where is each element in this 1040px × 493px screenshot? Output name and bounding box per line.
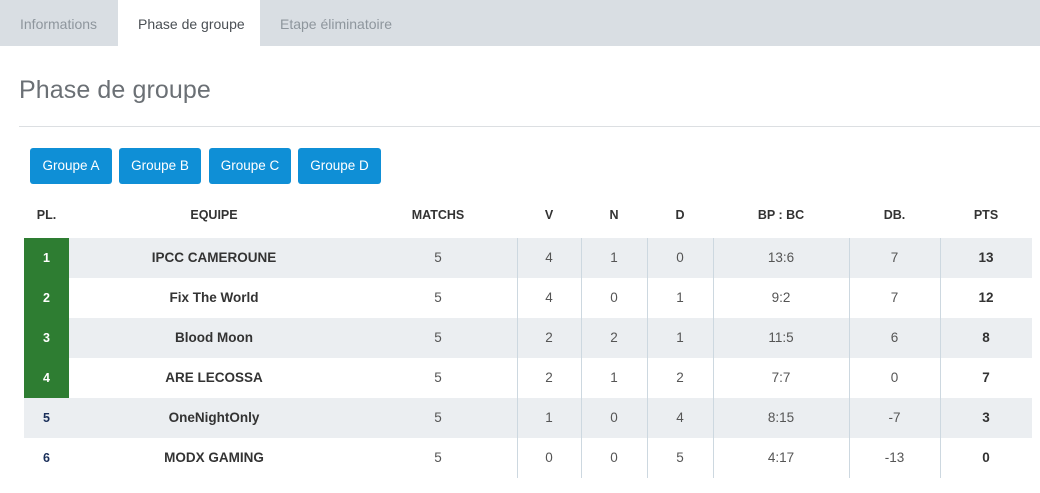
header-pl: PL. — [36, 208, 57, 222]
d-cell: 2 — [676, 370, 684, 385]
groupe-c-button[interactable]: Groupe C — [209, 148, 291, 184]
groupe-a-button[interactable]: Groupe A — [30, 148, 112, 184]
d-cell: 0 — [676, 250, 684, 265]
table-row: 6 MODX GAMING 5 0 0 5 4:17 -13 0 — [24, 438, 1032, 478]
pts-cell: 12 — [978, 290, 994, 305]
d-cell: 5 — [676, 450, 684, 465]
pts-cell: 3 — [982, 410, 990, 425]
column-divider — [940, 238, 941, 478]
pts-cell: 7 — [982, 370, 990, 385]
groupe-b-button[interactable]: Groupe B — [119, 148, 201, 184]
db-cell: -7 — [888, 410, 901, 425]
tab-bar: Informations Phase de groupe Etape élimi… — [0, 0, 1040, 47]
pts-cell: 13 — [978, 250, 994, 265]
position-cell: 5 — [43, 411, 50, 425]
matchs-cell: 5 — [434, 410, 442, 425]
db-cell: 6 — [890, 330, 899, 345]
d-cell: 1 — [676, 330, 684, 345]
pts-cell: 8 — [982, 330, 990, 345]
v-cell: 0 — [545, 450, 553, 465]
column-divider — [517, 238, 518, 478]
n-cell: 0 — [610, 450, 618, 465]
matchs-cell: 5 — [434, 370, 442, 385]
header-d: D — [675, 208, 685, 222]
page-title: Phase de groupe — [19, 76, 211, 104]
column-divider — [647, 238, 648, 478]
team-name: IPCC CAMEROUNE — [151, 250, 277, 265]
team-name: Fix The World — [169, 290, 259, 305]
header-pts: PTS — [973, 208, 999, 222]
team-name: ARE LECOSSA — [165, 370, 263, 385]
tab-phase-de-groupe[interactable]: Phase de groupe — [118, 0, 260, 47]
column-divider — [713, 238, 714, 478]
db-cell: 7 — [890, 290, 899, 305]
table-row: 5 OneNightOnly 5 1 0 4 8:15 -7 3 — [24, 398, 1032, 438]
v-cell: 4 — [545, 250, 553, 265]
tab-informations[interactable]: Informations — [0, 0, 118, 46]
matchs-cell: 5 — [434, 330, 442, 345]
d-cell: 4 — [676, 410, 684, 425]
header-db: DB. — [883, 208, 906, 222]
table-row: 3 Blood Moon 5 2 2 1 11:5 6 8 — [24, 318, 1032, 358]
v-cell: 2 — [545, 330, 553, 345]
table-row: 4 ARE LECOSSA 5 2 1 2 7:7 0 7 — [24, 358, 1032, 398]
matchs-cell: 5 — [434, 250, 442, 265]
db-cell: -13 — [884, 450, 905, 465]
bp-bc-cell: 13:6 — [767, 250, 795, 265]
bp-bc-cell: 7:7 — [771, 370, 791, 385]
header-matchs: MATCHS — [411, 208, 465, 222]
position-cell: 3 — [24, 318, 69, 358]
position-cell: 1 — [24, 238, 69, 278]
n-cell: 0 — [610, 290, 618, 305]
db-cell: 0 — [890, 370, 899, 385]
bp-bc-cell: 9:2 — [771, 290, 791, 305]
db-cell: 7 — [890, 250, 899, 265]
groupe-d-button[interactable]: Groupe D — [298, 148, 381, 184]
n-cell: 1 — [610, 370, 618, 385]
header-n: N — [609, 208, 619, 222]
pts-cell: 0 — [982, 450, 990, 465]
bp-bc-cell: 11:5 — [768, 330, 794, 345]
team-name: OneNightOnly — [168, 410, 260, 425]
n-cell: 2 — [610, 330, 618, 345]
divider — [19, 126, 1040, 127]
bp-bc-cell: 4:17 — [767, 450, 795, 465]
table-row: 1 IPCC CAMEROUNE 5 4 1 0 13:6 7 13 — [24, 238, 1032, 278]
header-bp-bc: BP : BC — [757, 208, 805, 222]
position-cell: 2 — [24, 278, 69, 318]
bp-bc-cell: 8:15 — [767, 410, 795, 425]
v-cell: 1 — [545, 410, 553, 425]
column-divider — [849, 238, 850, 478]
d-cell: 1 — [676, 290, 684, 305]
header-v: V — [544, 208, 554, 222]
table-row: 2 Fix The World 5 4 0 1 9:2 7 12 — [24, 278, 1032, 318]
team-name: Blood Moon — [175, 330, 253, 345]
v-cell: 2 — [545, 370, 553, 385]
n-cell: 0 — [610, 410, 618, 425]
header-equipe: EQUIPE — [190, 208, 238, 222]
position-cell: 4 — [24, 358, 69, 398]
matchs-cell: 5 — [434, 450, 442, 465]
column-divider — [581, 238, 582, 478]
position-cell: 6 — [43, 451, 50, 465]
v-cell: 4 — [545, 290, 553, 305]
n-cell: 1 — [610, 250, 618, 265]
matchs-cell: 5 — [434, 290, 442, 305]
tab-etape-eliminatoire[interactable]: Etape éliminatoire — [260, 0, 420, 46]
team-name: MODX GAMING — [164, 450, 264, 465]
